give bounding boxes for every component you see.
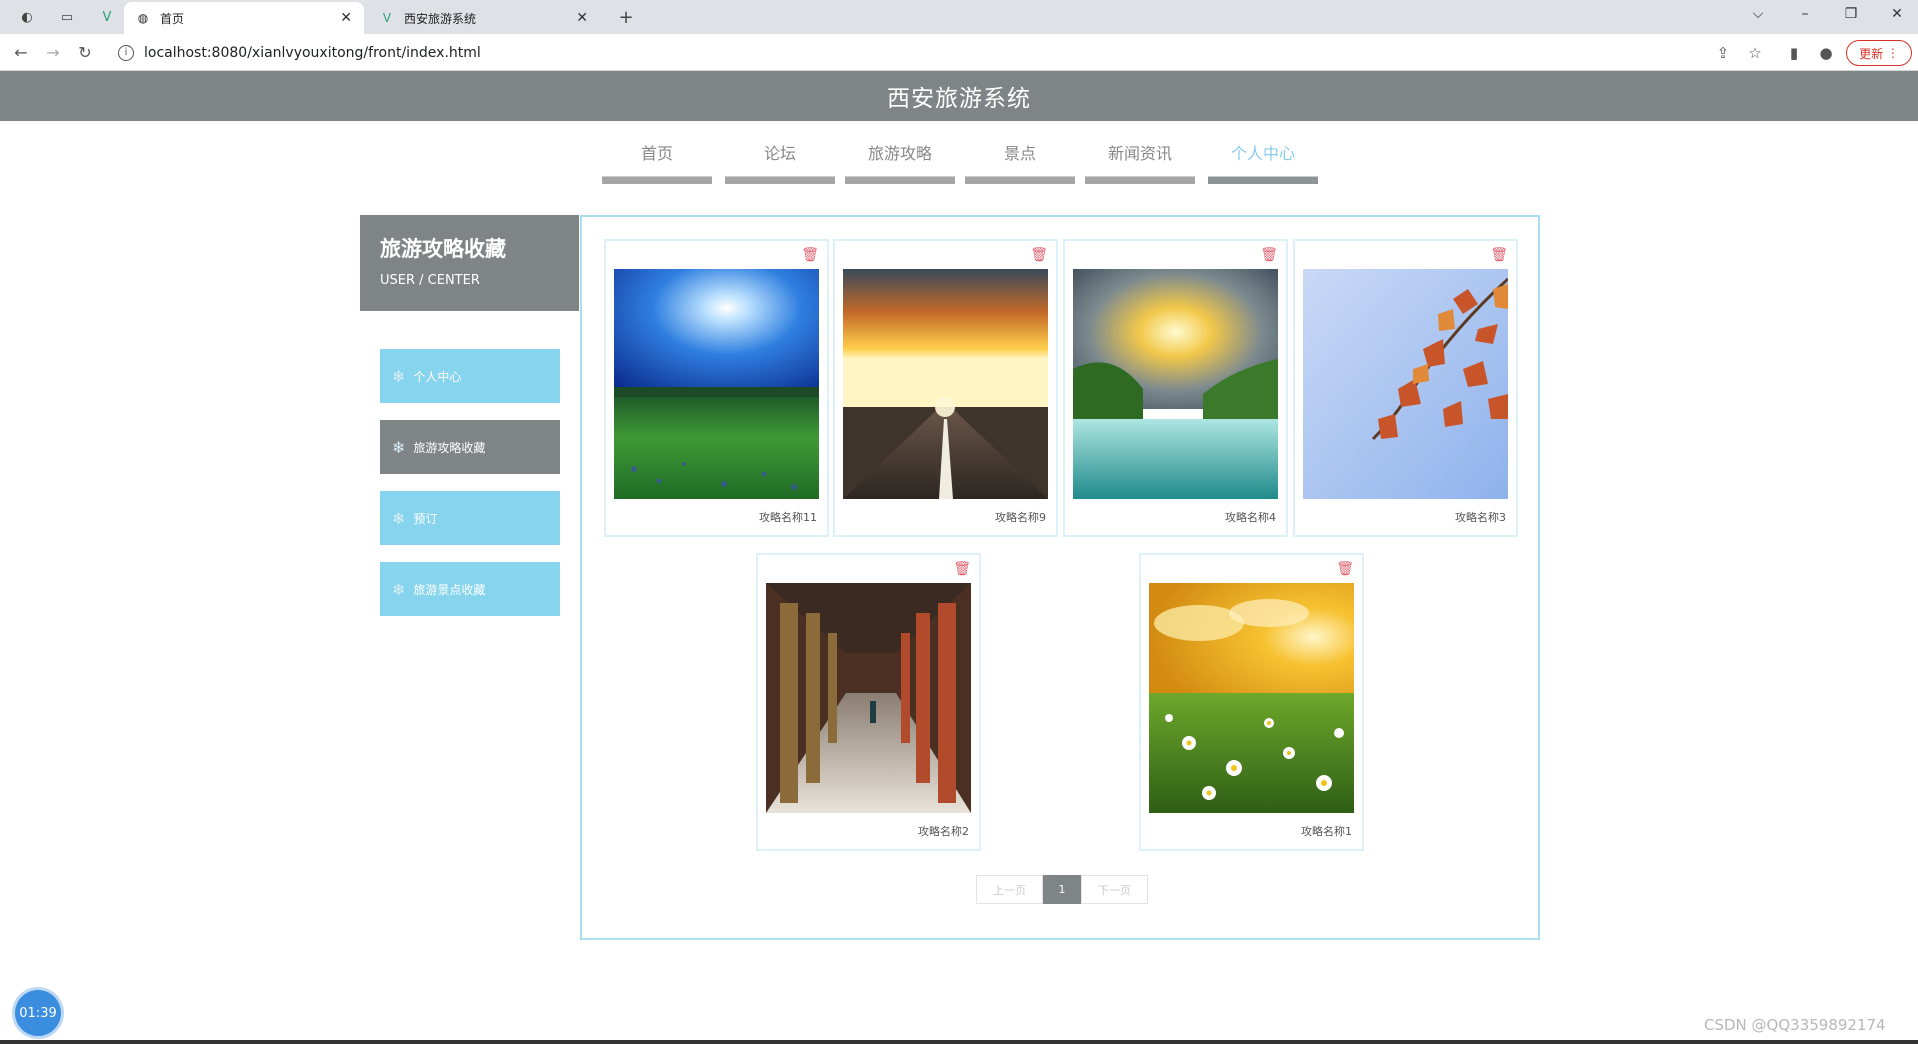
guide-name: 攻略名称9 bbox=[995, 511, 1046, 524]
nav-item-underline bbox=[1208, 176, 1318, 184]
window-close-icon[interactable]: ✕ bbox=[1887, 6, 1907, 22]
tab-title: 首页 bbox=[160, 11, 185, 26]
pagination: 上一页 1 下一页 bbox=[976, 875, 1148, 904]
nav-item-label: 新闻资讯 bbox=[1107, 144, 1172, 163]
guide-name: 攻略名称3 bbox=[1455, 511, 1506, 524]
restore-icon[interactable]: ❐ bbox=[1841, 6, 1861, 22]
guide-name: 攻略名称4 bbox=[1225, 511, 1276, 524]
bottom-edge bbox=[0, 1040, 1918, 1044]
nav-item-user-center[interactable]: 个人中心 bbox=[1208, 140, 1318, 184]
guide-image[interactable] bbox=[1073, 269, 1278, 499]
guide-name: 攻略名称2 bbox=[918, 825, 969, 838]
next-page-button[interactable]: 下一页 bbox=[1081, 875, 1148, 904]
nav-item-news[interactable]: 新闻资讯 bbox=[1085, 140, 1195, 184]
close-icon[interactable]: ✕ bbox=[576, 10, 588, 26]
sidebar-item-label: 旅游景点收藏 bbox=[413, 582, 486, 597]
sidebar-item-label: 旅游攻略收藏 bbox=[413, 440, 486, 455]
trash-icon[interactable]: 🗑 bbox=[1336, 561, 1354, 577]
nav-item-underline bbox=[1085, 176, 1195, 184]
tab-home[interactable]: ◍ 首页 ✕ bbox=[124, 2, 364, 34]
globe-icon: ◍ bbox=[137, 11, 149, 25]
url-bar[interactable]: i localhost:8080/xianlvyouxitong/front/i… bbox=[108, 39, 1708, 66]
update-button[interactable]: 更新 ⋮ bbox=[1846, 40, 1912, 66]
guide-name: 攻略名称1 bbox=[1301, 825, 1352, 838]
guide-image[interactable] bbox=[1303, 269, 1508, 499]
sidebar-item-guide-favorites[interactable]: ❄ 旅游攻略收藏 bbox=[380, 420, 560, 474]
favorite-card[interactable]: 🗑 bbox=[1139, 553, 1364, 851]
sidebar-item-attraction-favorites[interactable]: ❄ 旅游景点收藏 bbox=[380, 562, 560, 616]
nav-item-underline bbox=[965, 176, 1075, 184]
sidebar-item-label: 预订 bbox=[413, 511, 438, 526]
sidebar-item-user-center[interactable]: ❄ 个人中心 bbox=[380, 349, 560, 403]
snowflake-icon: ❄ bbox=[392, 579, 406, 599]
browser-tabbar: ◐ ▭ V ◍ 首页 ✕ V 西安旅游系统 ✕ + ⌵ – ❐ ✕ bbox=[0, 0, 1918, 34]
minimize-icon[interactable]: – bbox=[1795, 6, 1815, 22]
close-icon[interactable]: ✕ bbox=[340, 10, 352, 26]
sidebar-item-booking[interactable]: ❄ 预订 bbox=[380, 491, 560, 545]
vue-tab-icon[interactable]: V bbox=[96, 6, 118, 28]
favorites-panel: 🗑 攻略名称11 🗑 攻略名称9 🗑 攻略名称4 🗑 攻略名称3 🗑 攻略名称2… bbox=[580, 215, 1540, 940]
nav-item-travel-guides[interactable]: 旅游攻略 bbox=[845, 140, 955, 184]
site-title: 西安旅游系统 bbox=[887, 86, 1031, 112]
site-info-icon[interactable]: i bbox=[118, 44, 134, 61]
guide-name: 攻略名称11 bbox=[759, 511, 817, 524]
guide-image[interactable] bbox=[766, 583, 971, 813]
nav-item-forum[interactable]: 论坛 bbox=[725, 140, 835, 184]
blank-tab-icon[interactable]: ▭ bbox=[56, 6, 78, 28]
guide-image[interactable] bbox=[1149, 583, 1354, 813]
new-tab-icon[interactable]: + bbox=[615, 6, 637, 28]
browser-addressbar: ← → ↻ i localhost:8080/xianlvyouxitong/f… bbox=[0, 34, 1918, 71]
page-number-button[interactable]: 1 bbox=[1043, 875, 1081, 904]
share-icon[interactable]: ⇪ bbox=[1713, 43, 1733, 63]
nav-item-label: 景点 bbox=[1003, 144, 1036, 163]
trash-icon[interactable]: 🗑 bbox=[801, 247, 819, 263]
prev-page-button[interactable]: 上一页 bbox=[976, 875, 1043, 904]
tab-xian-travel[interactable]: V 西安旅游系统 ✕ bbox=[368, 2, 600, 34]
tab-title: 西安旅游系统 bbox=[404, 11, 477, 26]
sidebar-subtitle: USER / CENTER bbox=[380, 273, 480, 288]
sidebar-item-label: 个人中心 bbox=[413, 369, 462, 384]
watermark: CSDN @QQ3359892174 bbox=[1704, 1016, 1886, 1034]
trash-icon[interactable]: 🗑 bbox=[1490, 247, 1508, 263]
favorite-card[interactable]: 🗑 bbox=[756, 553, 981, 851]
vue-icon: V bbox=[382, 11, 392, 25]
trash-icon[interactable]: 🗑 bbox=[953, 561, 971, 577]
side-panel-icon[interactable]: ▮ bbox=[1784, 43, 1804, 63]
reload-icon[interactable]: ↻ bbox=[74, 42, 96, 64]
nav-item-attractions[interactable]: 景点 bbox=[965, 140, 1075, 184]
snowflake-icon: ❄ bbox=[392, 508, 406, 528]
profile-icon[interactable]: ● bbox=[1816, 43, 1836, 63]
nav-item-label: 首页 bbox=[640, 144, 673, 163]
nav-item-label: 旅游攻略 bbox=[867, 144, 932, 163]
favorite-card[interactable]: 🗑 bbox=[833, 239, 1058, 537]
guide-image[interactable] bbox=[843, 269, 1048, 499]
trash-icon[interactable]: 🗑 bbox=[1030, 247, 1048, 263]
site-header: 西安旅游系统 bbox=[0, 71, 1918, 121]
back-icon[interactable]: ← bbox=[10, 42, 32, 64]
snowflake-icon: ❄ bbox=[392, 366, 406, 386]
sidebar-title: 旅游攻略收藏 bbox=[380, 237, 506, 261]
favorite-card[interactable]: 🗑 bbox=[1063, 239, 1288, 537]
tab-search-icon[interactable]: ⌵ bbox=[1748, 6, 1768, 22]
snowflake-icon: ❄ bbox=[392, 437, 406, 457]
nav-item-label: 论坛 bbox=[763, 144, 796, 163]
nav-item-underline bbox=[725, 176, 835, 184]
nav-item-underline bbox=[602, 176, 712, 184]
favorite-card[interactable]: 🗑 bbox=[604, 239, 829, 537]
forward-icon[interactable]: → bbox=[42, 42, 64, 64]
url-text: localhost:8080/xianlvyouxitong/front/ind… bbox=[144, 44, 481, 61]
trash-icon[interactable]: 🗑 bbox=[1260, 247, 1278, 263]
guide-image[interactable] bbox=[614, 269, 819, 499]
sidebar-header: 旅游攻略收藏 USER / CENTER bbox=[360, 215, 579, 311]
nav-item-label: 个人中心 bbox=[1230, 144, 1295, 163]
update-label: 更新 bbox=[1859, 46, 1884, 61]
bookmark-star-icon[interactable]: ☆ bbox=[1745, 43, 1765, 63]
nav-item-home[interactable]: 首页 bbox=[602, 140, 712, 184]
nav-item-underline bbox=[845, 176, 955, 184]
favorite-card[interactable]: 🗑 bbox=[1293, 239, 1518, 537]
recording-timer: 01:39 bbox=[15, 990, 61, 1036]
browser-menu-icon[interactable]: ◐ bbox=[16, 6, 38, 28]
